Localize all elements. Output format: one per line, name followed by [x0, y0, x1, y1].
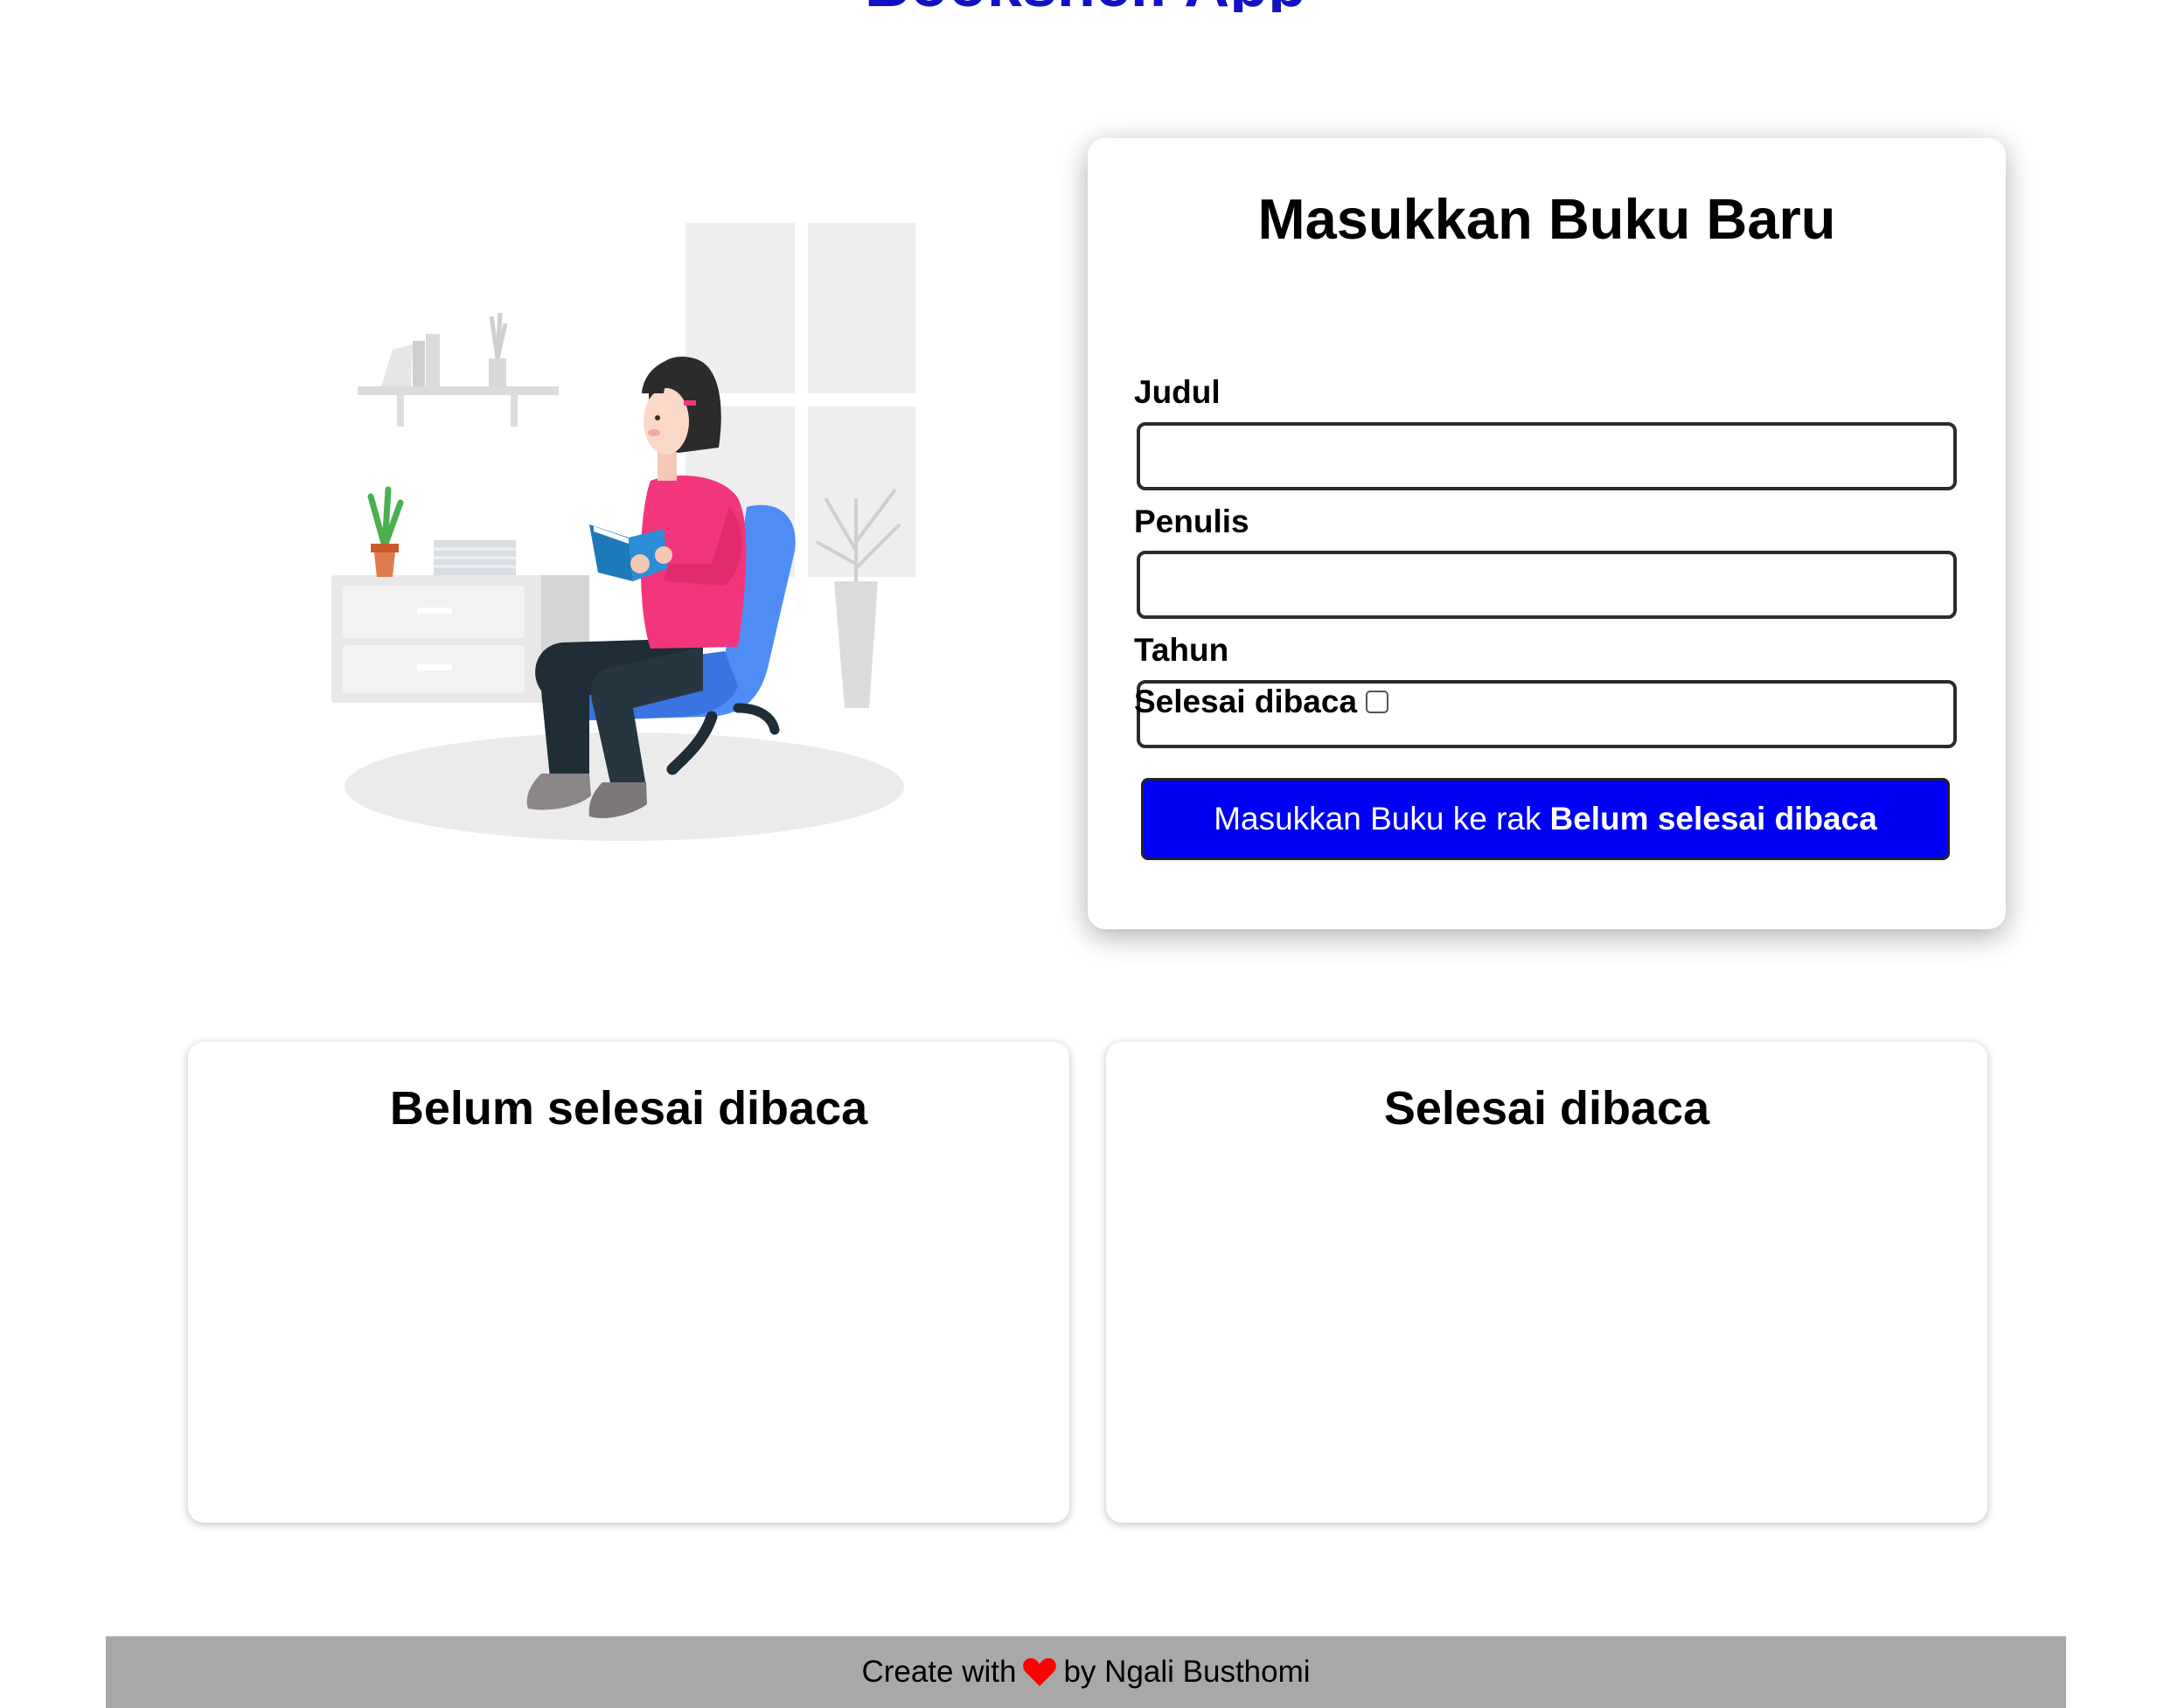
complete-label: Selesai dibaca — [1134, 684, 1358, 719]
footer: Create with by Ngali Busthomi — [106, 1636, 2066, 1708]
author-label: Penulis — [1134, 503, 1249, 539]
submit-button-prefix: Masukkan Buku ke rak — [1214, 801, 1541, 837]
title-input[interactable] — [1137, 422, 1957, 490]
page-title-text: Bookshelf App — [0, 0, 2171, 12]
year-label: Tahun — [1134, 632, 1229, 668]
submit-book-button[interactable]: Masukkan Buku ke rak Belum selesai dibac… — [1141, 778, 1950, 860]
title-label: Judul — [1134, 374, 1221, 410]
footer-prefix: Create with — [861, 1655, 1017, 1689]
heart-icon — [1023, 1657, 1057, 1687]
page-title: Bookshelf App — [0, 0, 2171, 12]
complete-row: Selesai dibaca — [1134, 684, 1389, 720]
add-book-form: Masukkan Buku Baru Judul Penulis Tahun S… — [1088, 138, 2006, 929]
submit-button-target: Belum selesai dibaca — [1549, 801, 1877, 837]
incomplete-bookshelf: Belum selesai dibaca — [188, 1042, 1069, 1523]
footer-suffix: by Ngali Busthomi — [1063, 1655, 1311, 1689]
complete-shelf-title: Selesai dibaca — [1383, 1082, 1710, 1135]
author-input[interactable] — [1137, 551, 1957, 619]
form-title: Masukkan Buku Baru — [1257, 187, 1836, 251]
reading-woman-illustration — [331, 223, 915, 841]
incomplete-shelf-title: Belum selesai dibaca — [389, 1082, 868, 1135]
complete-bookshelf: Selesai dibaca — [1106, 1042, 1987, 1523]
complete-checkbox[interactable] — [1366, 691, 1389, 713]
